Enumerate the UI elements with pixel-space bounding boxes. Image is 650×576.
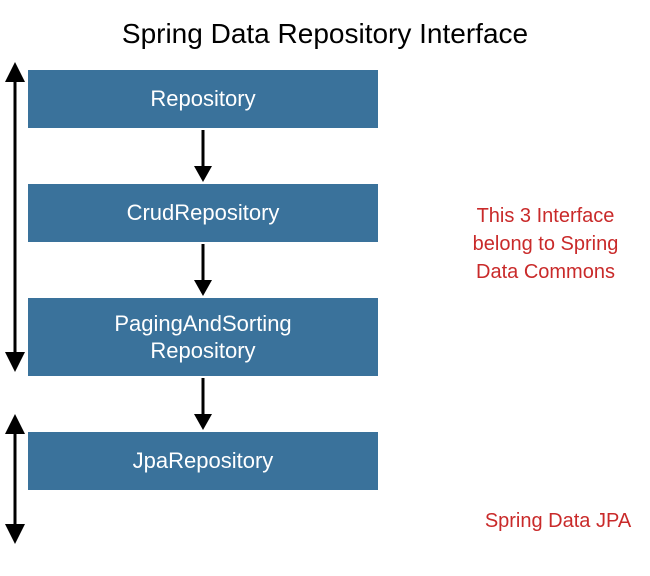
box-crud-repository-label: CrudRepository: [127, 199, 280, 227]
bracket-jpa: [0, 414, 30, 544]
box-crud-repository: CrudRepository: [28, 184, 378, 242]
box-repository: Repository: [28, 70, 378, 128]
double-arrow-vertical-icon: [0, 414, 30, 544]
box-paging-sorting-repository-label: PagingAndSorting Repository: [114, 310, 291, 365]
arrow-down-icon: [183, 376, 223, 432]
hierarchy-column: Repository CrudRepository PagingAndSorti…: [28, 70, 378, 490]
arrow-down-icon: [183, 128, 223, 184]
annotation-commons: This 3 Interface belong to Spring Data C…: [458, 202, 633, 286]
double-arrow-vertical-icon: [0, 62, 30, 372]
box-jpa-repository: JpaRepository: [28, 432, 378, 490]
box-paging-sorting-repository: PagingAndSorting Repository: [28, 298, 378, 376]
diagram-title: Spring Data Repository Interface: [0, 0, 650, 62]
diagram-area: Repository CrudRepository PagingAndSorti…: [0, 62, 650, 562]
annotation-jpa: Spring Data JPA: [478, 507, 638, 535]
arrow-down-icon: [183, 242, 223, 298]
bracket-commons: [0, 62, 30, 372]
box-repository-label: Repository: [150, 85, 255, 113]
box-jpa-repository-label: JpaRepository: [133, 447, 274, 475]
